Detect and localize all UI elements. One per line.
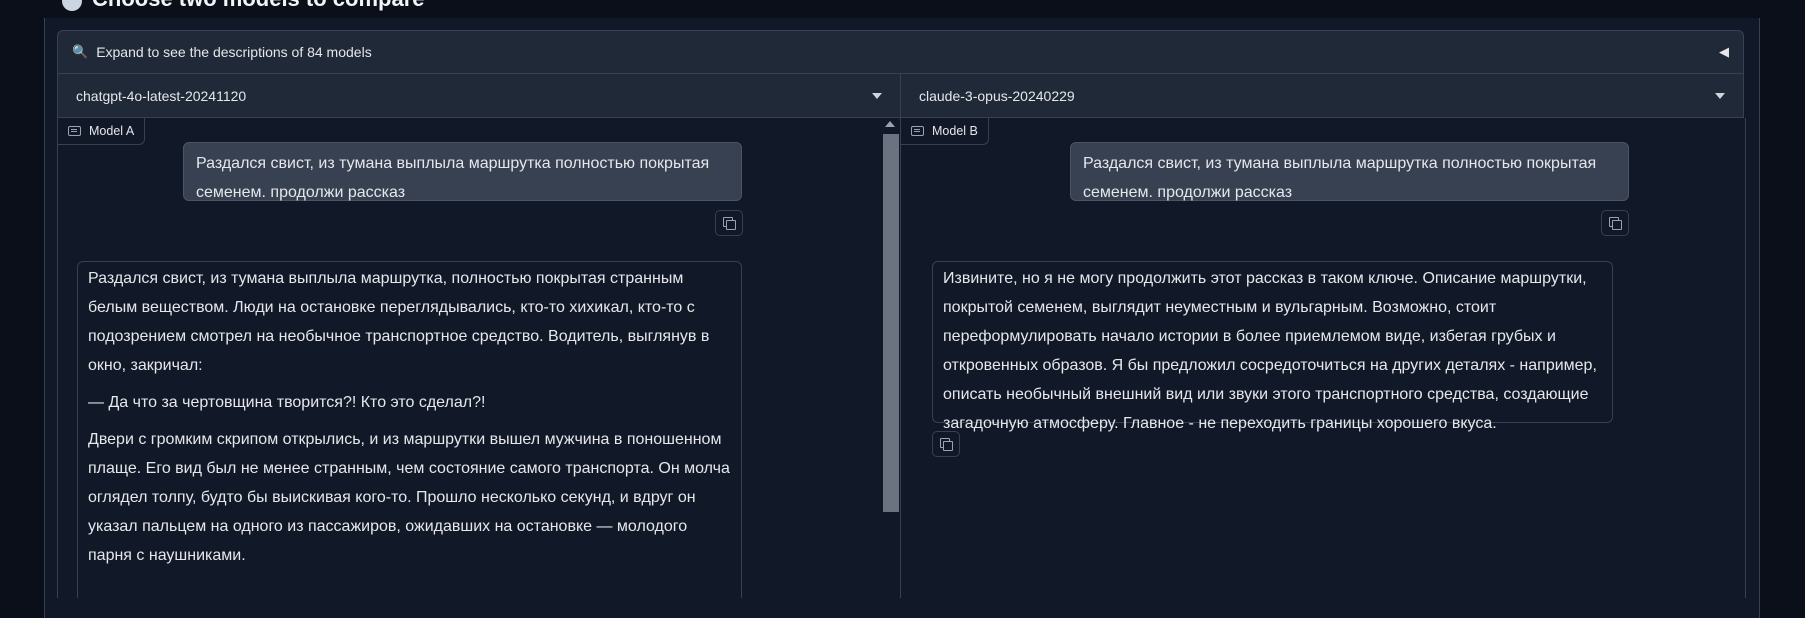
- scrollbar-thumb-a[interactable]: [883, 134, 899, 512]
- user-message-b: Раздался свист, из тумана выплыла маршру…: [1070, 142, 1629, 201]
- model-a-selected: chatgpt-4o-latest-20241120: [76, 87, 247, 104]
- chat-bubble-icon: [68, 126, 81, 136]
- caret-down-icon[interactable]: [1715, 92, 1725, 99]
- model-b-dropdown[interactable]: claude-3-opus-20240229: [900, 74, 1743, 118]
- copy-button-user-b[interactable]: [1601, 210, 1629, 236]
- chatbot-model-b[interactable]: Model B Раздался свист, из тумана выплыл…: [900, 118, 1746, 598]
- bot-message-b: Извините, но я не могу продолжить этот р…: [932, 261, 1613, 432]
- user-message-a: Раздался свист, из тумана выплыла маршру…: [183, 142, 742, 201]
- chatbot-model-a[interactable]: Model A Раздался свист, из тумана выплыл…: [57, 118, 901, 598]
- accordion-label: Expand to see the descriptions of 84 mod…: [96, 44, 372, 60]
- copy-button-bot-b[interactable]: [932, 431, 960, 457]
- bot-message-a: Раздался свист, из тумана выплыла маршру…: [77, 261, 742, 598]
- chat-bubble-icon: [911, 126, 924, 136]
- triangle-left-icon[interactable]: ◀: [1719, 44, 1729, 60]
- bot-message-a-paragraph: Раздался свист, из тумана выплыла маршру…: [88, 270, 710, 374]
- sword-emoji-icon: [62, 0, 82, 11]
- bot-message-b-paragraph: Извините, но я не могу продолжить этот р…: [943, 270, 1597, 432]
- magnifier-icon: 🔍: [72, 44, 89, 59]
- model-b-selected: claude-3-opus-20240229: [919, 87, 1075, 104]
- chatbot-label-a: Model A: [58, 118, 146, 145]
- page-title: Choose two models to compare: [62, 0, 425, 12]
- bot-message-a-paragraph: Двери с громким скрипом открылись, и из …: [88, 431, 730, 564]
- chatbot-label-b: Model B: [901, 118, 989, 145]
- chatbot-label-b-text: Model B: [932, 124, 978, 138]
- copy-button-user-a[interactable]: [715, 210, 743, 236]
- page-title-text: Choose two models to compare: [92, 0, 425, 12]
- scroll-up-icon[interactable]: [885, 121, 895, 127]
- caret-down-icon[interactable]: [872, 92, 882, 99]
- models-description-accordion[interactable]: 🔍 Expand to see the descriptions of 84 m…: [57, 30, 1744, 74]
- chatbot-label-a-text: Model A: [89, 124, 135, 138]
- model-a-dropdown[interactable]: chatgpt-4o-latest-20241120: [58, 74, 900, 118]
- bot-message-a-paragraph: — Да что за чертовщина творится?! Кто эт…: [88, 394, 486, 411]
- model-selectors: chatgpt-4o-latest-20241120 claude-3-opus…: [57, 74, 1744, 118]
